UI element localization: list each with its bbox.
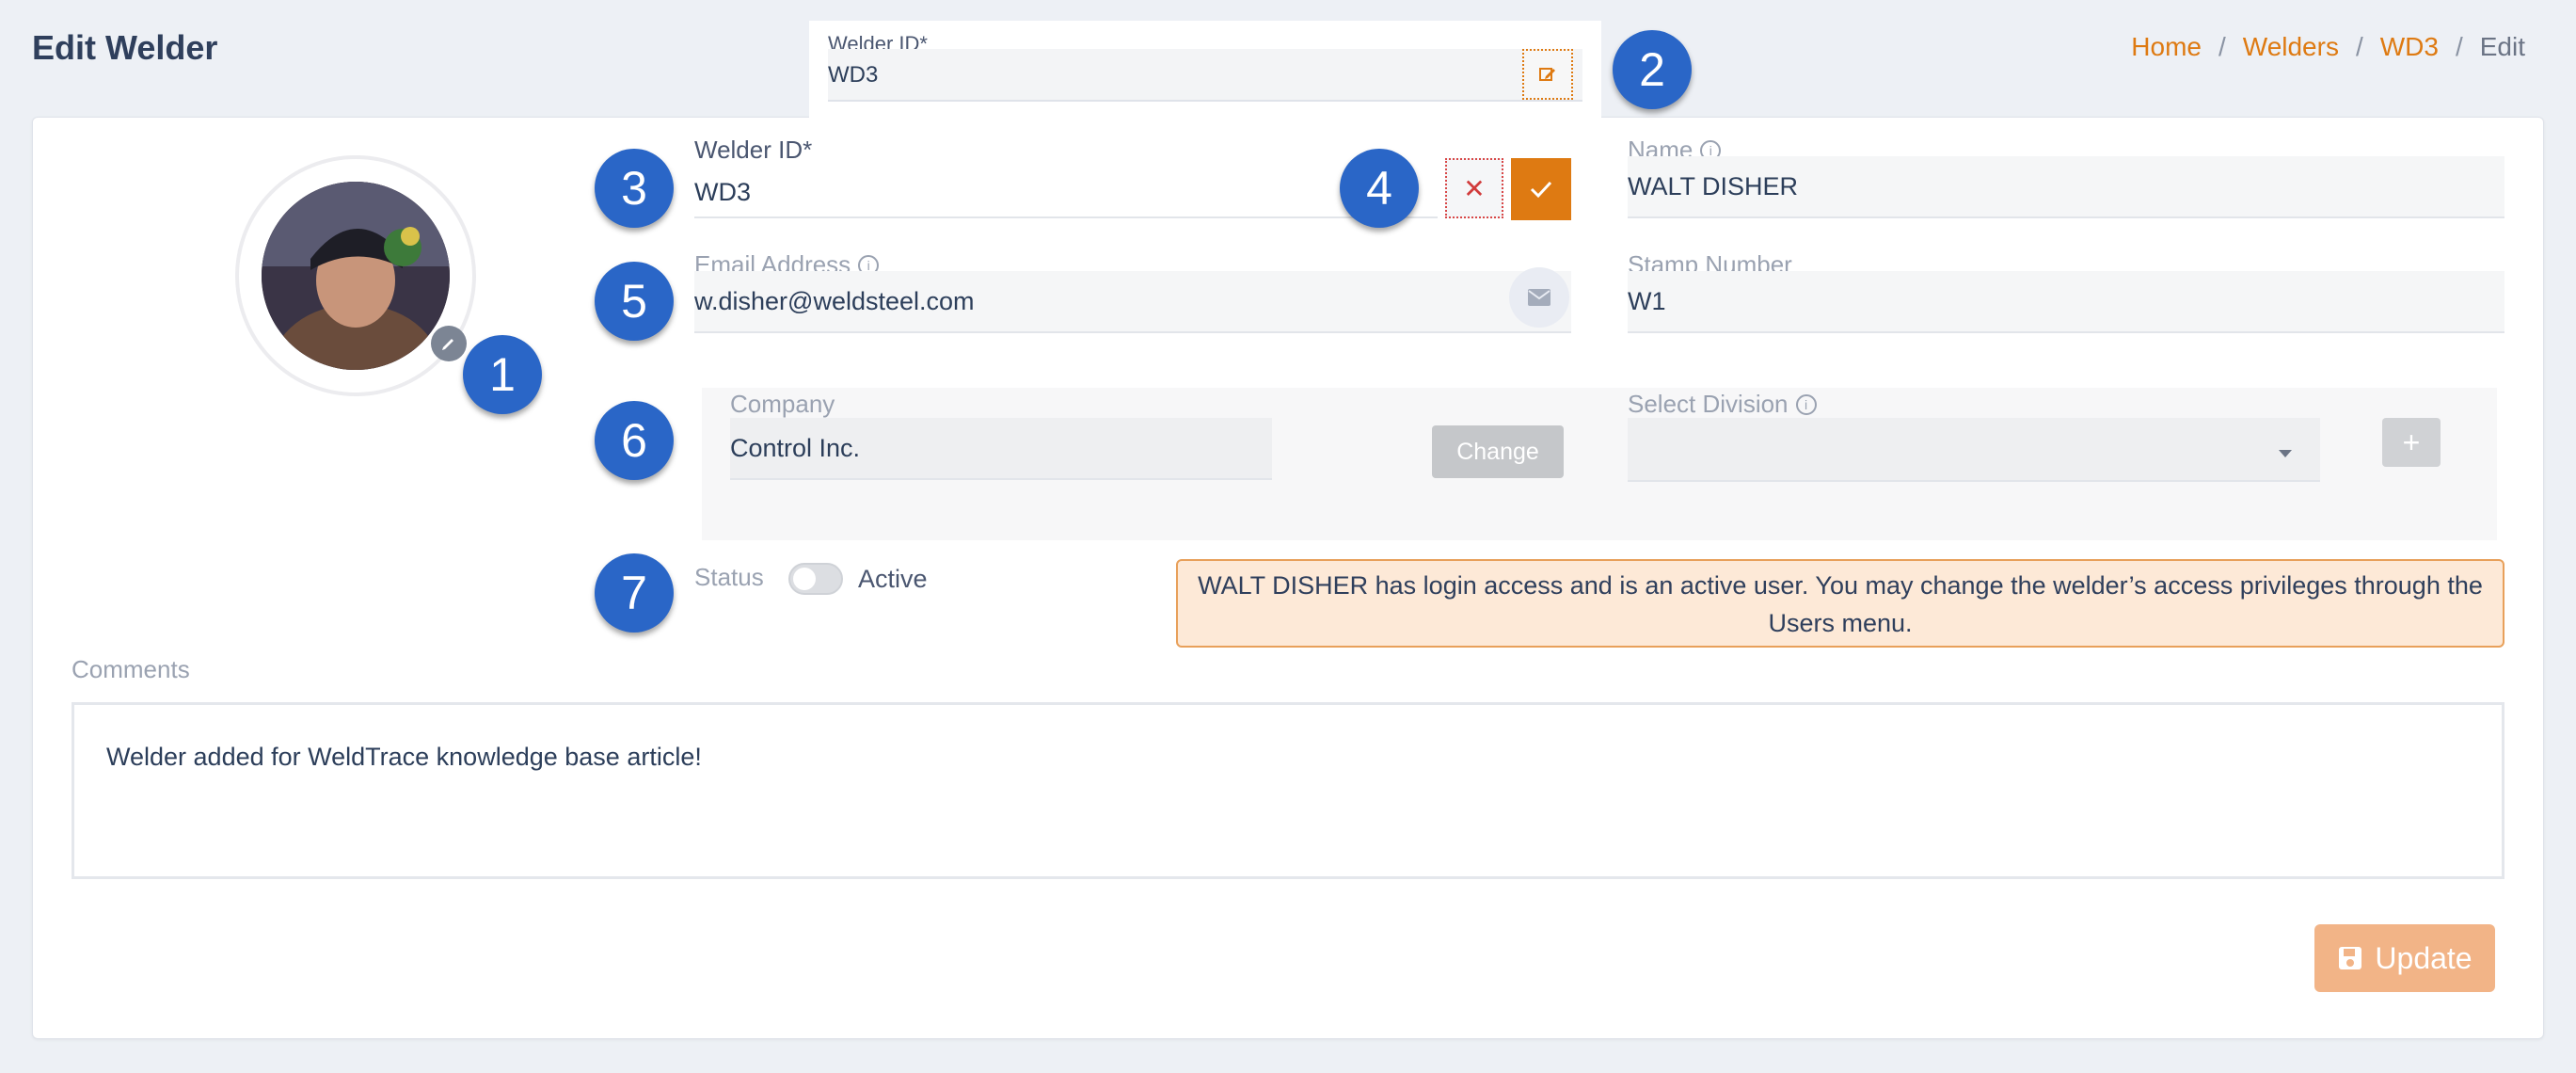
status-label: Status bbox=[694, 563, 764, 592]
envelope-icon bbox=[1528, 289, 1550, 306]
stamp-number-input[interactable]: W1 bbox=[1628, 271, 2504, 333]
marker-5: 5 bbox=[595, 262, 674, 341]
avatar-frame bbox=[235, 155, 476, 396]
popover-welder-id-field[interactable] bbox=[828, 49, 1582, 102]
edit-icon bbox=[1539, 68, 1555, 81]
breadcrumb-wd3[interactable]: WD3 bbox=[2380, 32, 2439, 62]
breadcrumb-edit: Edit bbox=[2479, 32, 2525, 61]
comments-textarea[interactable]: Welder added for WeldTrace knowledge bas… bbox=[72, 702, 2504, 879]
update-button[interactable]: Update bbox=[2314, 924, 2495, 992]
send-email-button[interactable] bbox=[1509, 267, 1569, 328]
welder-id-value: WD3 bbox=[694, 177, 751, 206]
pencil-icon bbox=[442, 339, 453, 350]
access-notice: WALT DISHER has login access and is an a… bbox=[1176, 559, 2504, 648]
status-label-text: Status bbox=[694, 563, 764, 591]
confirm-button[interactable] bbox=[1511, 158, 1571, 220]
avatar-edit-button[interactable] bbox=[431, 326, 467, 361]
breadcrumb-welders[interactable]: Welders bbox=[2243, 32, 2339, 62]
check-icon bbox=[1530, 181, 1552, 199]
breadcrumb-separator: / bbox=[2355, 32, 2363, 61]
status-value: Active bbox=[858, 565, 928, 593]
marker-2: 2 bbox=[1613, 30, 1692, 109]
save-icon bbox=[2339, 947, 2362, 969]
name-input[interactable]: WALT DISHER bbox=[1628, 156, 2504, 218]
avatar bbox=[262, 182, 450, 370]
marker-4: 4 bbox=[1340, 149, 1419, 228]
cancel-button[interactable]: ✕ bbox=[1445, 158, 1503, 218]
toggle-knob bbox=[793, 568, 816, 590]
company-label: Company bbox=[730, 390, 835, 419]
breadcrumb-home[interactable]: Home bbox=[2131, 32, 2202, 62]
name-value: WALT DISHER bbox=[1628, 171, 1799, 200]
company-value: Control Inc. bbox=[730, 433, 861, 462]
breadcrumb-separator: / bbox=[2455, 32, 2463, 61]
comments-label: Comments bbox=[72, 655, 190, 684]
marker-6: 6 bbox=[595, 401, 674, 480]
stamp-number-value: W1 bbox=[1628, 286, 1666, 315]
info-icon: i bbox=[1795, 393, 1817, 415]
division-label: Select Division i bbox=[1628, 390, 1817, 419]
comments-label-text: Comments bbox=[72, 655, 190, 683]
marker-3: 3 bbox=[595, 149, 674, 228]
breadcrumb-separator: / bbox=[2218, 32, 2226, 61]
update-label: Update bbox=[2375, 940, 2473, 975]
division-label-text: Select Division bbox=[1628, 390, 1789, 418]
breadcrumb: Home / Welders / WD3 / Edit bbox=[2131, 32, 2525, 62]
welder-id-input[interactable]: WD3 bbox=[694, 168, 1438, 218]
status-toggle[interactable] bbox=[788, 563, 843, 595]
change-company-button[interactable]: Change bbox=[1432, 425, 1564, 478]
close-icon: ✕ bbox=[1463, 173, 1486, 203]
welder-id-label: Welder ID* bbox=[694, 136, 812, 165]
page-title: Edit Welder bbox=[32, 28, 218, 67]
email-value: w.disher@weldsteel.com bbox=[694, 286, 975, 315]
popover-welder-id-value: WD3 bbox=[828, 62, 879, 88]
company-input: Control Inc. bbox=[730, 418, 1272, 480]
popover-edit-button[interactable] bbox=[1522, 49, 1573, 100]
division-select[interactable] bbox=[1628, 418, 2320, 482]
email-input[interactable]: w.disher@weldsteel.com bbox=[694, 271, 1571, 333]
welder-photo bbox=[262, 182, 450, 370]
welder-id-label-text: Welder ID* bbox=[694, 136, 813, 164]
company-label-text: Company bbox=[730, 390, 835, 418]
marker-1: 1 bbox=[463, 335, 542, 414]
add-division-button[interactable]: + bbox=[2382, 418, 2441, 467]
welder-id-popover: Welder ID* WD3 bbox=[809, 21, 1601, 119]
marker-7: 7 bbox=[595, 553, 674, 633]
chevron-down-icon bbox=[2279, 450, 2292, 457]
